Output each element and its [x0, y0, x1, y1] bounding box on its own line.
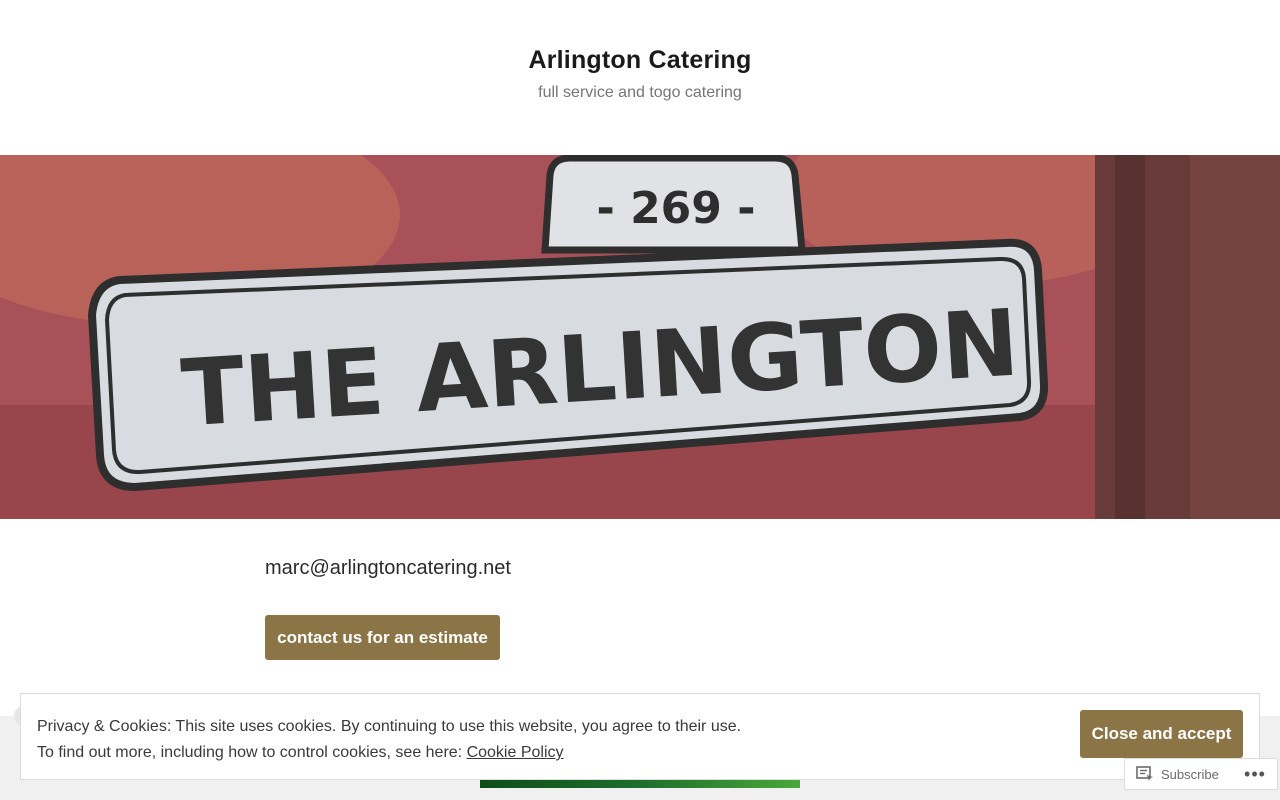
action-bar: Subscribe •••	[1124, 758, 1278, 790]
estimate-button[interactable]: contact us for an estimate	[265, 615, 500, 660]
cookie-policy-link[interactable]: Cookie Policy	[467, 744, 564, 761]
cookie-banner: Privacy & Cookies: This site uses cookie…	[20, 693, 1260, 780]
subscribe-label: Subscribe	[1161, 766, 1219, 782]
hero-image: - 269 - THE ARLINGTON	[0, 155, 1280, 519]
more-options-button[interactable]: •••	[1235, 759, 1275, 789]
cookie-text: Privacy & Cookies: This site uses cookie…	[37, 714, 741, 766]
site-header: Arlington Catering full service and togo…	[0, 0, 1280, 155]
cookie-line-2: To find out more, including how to contr…	[37, 740, 741, 766]
main-content: marc@arlingtoncatering.net contact us fo…	[0, 519, 1280, 719]
cookie-line-1: Privacy & Cookies: This site uses cookie…	[37, 718, 742, 735]
reader-icon	[1136, 766, 1153, 781]
site-title[interactable]: Arlington Catering	[0, 46, 1280, 75]
cookie-line-2-prefix: To find out more, including how to contr…	[37, 744, 467, 761]
hero-sign-graphic: - 269 - THE ARLINGTON	[0, 155, 1280, 519]
close-and-accept-button[interactable]: Close and accept	[1080, 710, 1243, 758]
site-tagline: full service and togo catering	[538, 84, 742, 101]
contact-email[interactable]: marc@arlingtoncatering.net	[265, 557, 511, 580]
subscribe-button[interactable]: Subscribe	[1125, 759, 1235, 789]
